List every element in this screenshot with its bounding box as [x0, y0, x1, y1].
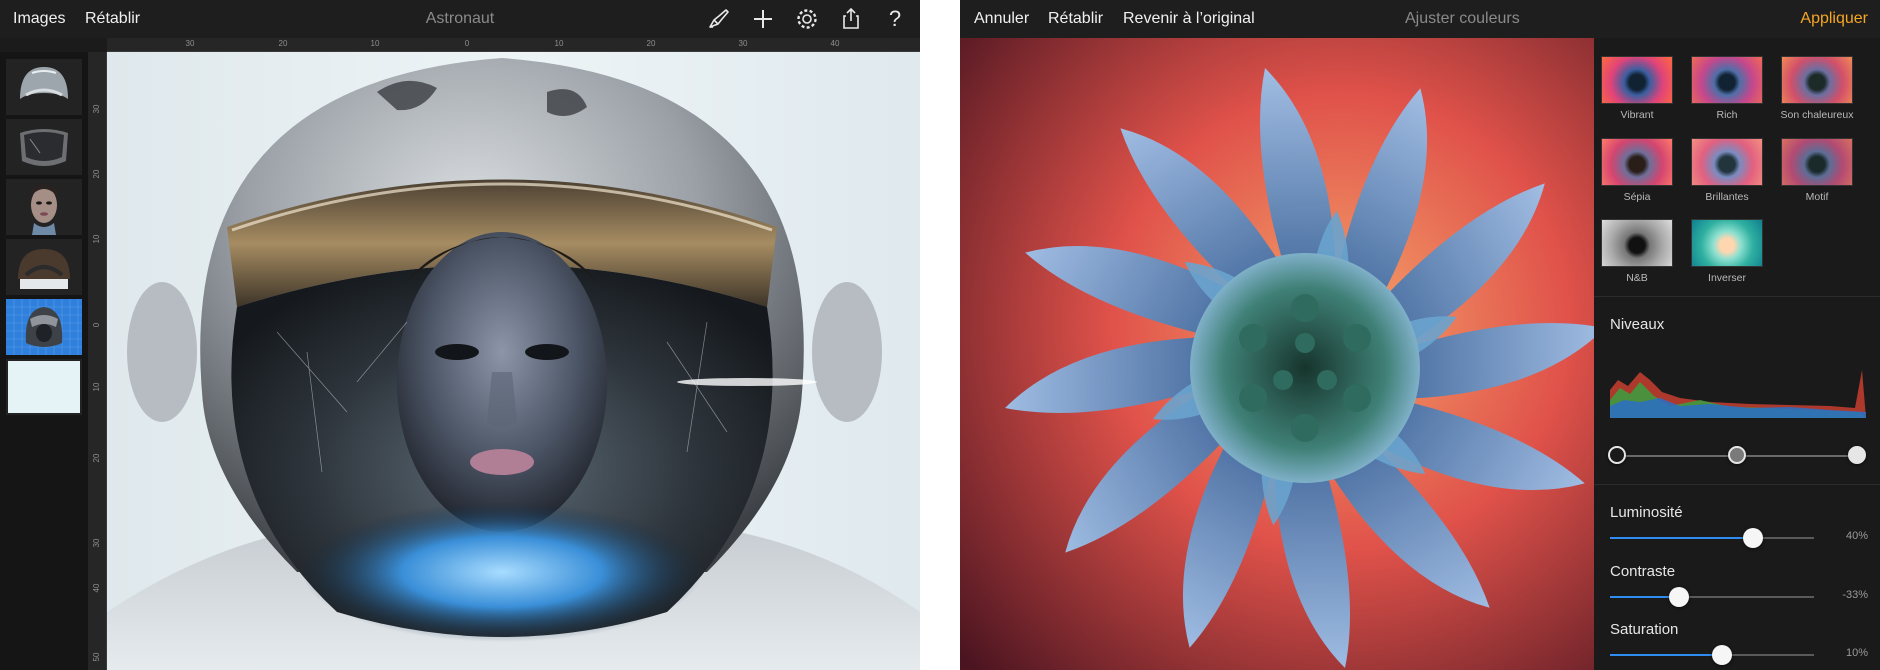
contrast-value: -33%	[1842, 589, 1868, 601]
apply-button[interactable]: Appliquer	[1800, 10, 1868, 28]
brightness-value: 40%	[1845, 530, 1868, 542]
images-button[interactable]: Images	[13, 10, 65, 28]
gear-icon[interactable]	[794, 6, 820, 32]
preset-warm-tone[interactable]: Son chaleureux	[1780, 56, 1854, 121]
preset-invert[interactable]: Inverser	[1690, 219, 1764, 284]
ruler-tick: 10	[92, 234, 101, 244]
share-icon[interactable]	[838, 6, 864, 32]
brightness-label: Luminosité	[1610, 504, 1683, 521]
preset-thumbnail	[1691, 219, 1763, 267]
redo-button[interactable]: Rétablir	[1048, 10, 1103, 28]
saturation-value: 10%	[1845, 647, 1868, 659]
contrast-slider-handle[interactable]	[1669, 587, 1689, 607]
preset-thumbnail	[1781, 56, 1853, 104]
ruler-tick: 30	[92, 104, 101, 114]
panel-title: Ajuster couleurs	[1405, 10, 1520, 27]
preset-thumbnail	[1601, 138, 1673, 186]
redo-button[interactable]: Rétablir	[85, 10, 140, 28]
preset-label: Son chaleureux	[1780, 109, 1854, 121]
adjust-toolbar: Annuler Rétablir Revenir à l’original Aj…	[960, 0, 1880, 38]
divider	[1594, 484, 1880, 485]
layers-sidebar	[0, 52, 88, 670]
preset-label: Rich	[1716, 109, 1738, 121]
preset-label: N&B	[1626, 272, 1648, 284]
preset-label: Vibrant	[1620, 109, 1654, 121]
brightness-slider-track[interactable]	[1610, 537, 1814, 539]
top-toolbar: Images Rétablir Astronaut ?	[0, 0, 920, 38]
contrast-slider-track[interactable]	[1610, 596, 1814, 598]
ruler-tick: 20	[278, 39, 288, 48]
preset-label: Brillantes	[1705, 191, 1749, 203]
color-adjust-window: Annuler Rétablir Revenir à l’original Aj…	[960, 0, 1880, 670]
preset-pattern[interactable]: Motif	[1780, 138, 1854, 203]
preset-thumbnail	[1691, 56, 1763, 104]
levels-midpoint-handle[interactable]	[1728, 446, 1746, 464]
astronaut-image	[107, 58, 920, 670]
ruler-tick: 30	[185, 39, 195, 48]
preset-label: Inverser	[1708, 272, 1746, 284]
preset-label: Motif	[1805, 191, 1829, 203]
ruler-tick: 50	[92, 652, 101, 662]
preset-brilliant[interactable]: Brillantes	[1690, 138, 1764, 203]
help-icon[interactable]: ?	[882, 6, 908, 32]
ruler-tick: 20	[646, 39, 656, 48]
ruler-tick: 20	[92, 169, 101, 179]
dahlia-image	[960, 38, 1594, 670]
astronaut-canvas[interactable]	[107, 52, 920, 670]
preset-thumbnail	[1601, 219, 1673, 267]
paint-brush-icon[interactable]	[706, 6, 732, 32]
preset-label: Sépia	[1623, 191, 1651, 203]
ruler-tick: 30	[738, 39, 748, 48]
ruler-tick: 0	[464, 39, 470, 48]
vertical-ruler: 30 20 10 0 10 20 30 40 50	[88, 52, 107, 670]
ruler-tick: 10	[370, 39, 380, 48]
brightness-slider-fill	[1610, 537, 1753, 539]
document-title: Astronaut	[425, 10, 495, 27]
layer-thumbnail-visor[interactable]	[6, 119, 82, 175]
ruler-tick: 40	[92, 583, 101, 593]
ruler-tick: 40	[830, 39, 840, 48]
levels-black-point-handle[interactable]	[1608, 446, 1626, 464]
brightness-slider-handle[interactable]	[1743, 528, 1763, 548]
plus-icon[interactable]	[750, 6, 776, 32]
ruler-tick: 30	[92, 538, 101, 548]
ruler-tick: 20	[92, 453, 101, 463]
ruler-tick: 10	[554, 39, 564, 48]
preset-black-white[interactable]: N&B	[1600, 219, 1674, 284]
divider	[1594, 296, 1880, 297]
levels-histogram	[1610, 370, 1866, 418]
preset-vibrant[interactable]: Vibrant	[1600, 56, 1674, 121]
saturation-slider-fill	[1610, 654, 1722, 656]
revert-button[interactable]: Revenir à l’original	[1123, 10, 1255, 28]
flower-photo[interactable]	[960, 38, 1594, 670]
preset-thumbnail	[1691, 138, 1763, 186]
layer-thumbnail-face[interactable]	[6, 179, 82, 235]
astronaut-editor-window: Images Rétablir Astronaut ? 30 20 10 0 1…	[0, 0, 920, 670]
contrast-label: Contraste	[1610, 563, 1676, 580]
levels-white-point-handle[interactable]	[1848, 446, 1866, 464]
levels-label: Niveaux	[1610, 316, 1665, 333]
saturation-slider-handle[interactable]	[1712, 645, 1732, 665]
preset-sepia[interactable]: Sépia	[1600, 138, 1674, 203]
preset-thumbnail	[1601, 56, 1673, 104]
color-adjust-panel: Vibrant Rich Son chaleureux Sépia Brilla…	[1594, 38, 1880, 670]
layer-thumbnail-helmet-grid[interactable]	[6, 299, 82, 355]
ruler-tick: 0	[92, 322, 101, 328]
ruler-tick: 10	[92, 382, 101, 392]
layer-thumbnail-helmet-top[interactable]	[6, 59, 82, 115]
saturation-label: Saturation	[1610, 621, 1679, 638]
layer-thumbnail-background[interactable]	[6, 359, 82, 415]
layer-thumbnail-helmet-back[interactable]	[6, 239, 82, 295]
cancel-button[interactable]: Annuler	[974, 10, 1029, 28]
preset-thumbnail	[1781, 138, 1853, 186]
horizontal-ruler: 30 20 10 0 10 20 30 40	[107, 38, 920, 52]
preset-rich[interactable]: Rich	[1690, 56, 1764, 121]
